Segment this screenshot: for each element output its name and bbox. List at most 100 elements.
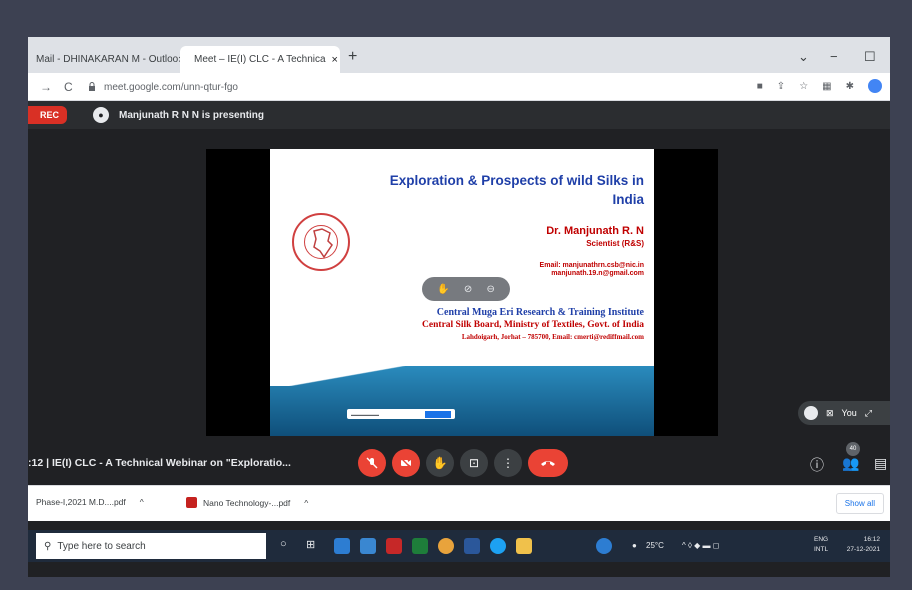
tab-search-icon[interactable]: ⌄ (798, 49, 809, 65)
slide-lower-band (270, 346, 654, 436)
excel-app-icon[interactable] (412, 538, 428, 554)
self-avatar (804, 406, 818, 420)
download-item[interactable]: Nano Technology-...pdf ^ (186, 497, 308, 508)
weather-icon: ● (632, 541, 637, 550)
chevron-up-icon[interactable]: ^ (140, 497, 144, 507)
self-view-tile[interactable]: ⊠ You ⤢ (798, 401, 890, 425)
windows-taskbar: ⚲ Type here to search ○ ⊞ ● 25°C ^ ◊ ◆ ▬… (28, 530, 890, 562)
people-icon[interactable]: 👥 (842, 455, 859, 472)
taskbar-search[interactable]: ⚲ Type here to search (36, 533, 266, 559)
self-label: You (841, 408, 857, 418)
camera-icon[interactable]: ■ (757, 81, 763, 92)
chrome-app-icon[interactable] (438, 538, 454, 554)
show-all-button[interactable]: Show all (835, 493, 884, 514)
clock-time: 16:12 (863, 536, 880, 543)
language-text: ENG (814, 536, 829, 543)
tab-label: Meet – IE(I) CLC - A Technica (194, 54, 326, 65)
presentation-stage: Exploration & Prospects of wild Silks in… (206, 149, 718, 436)
task-view-icon[interactable]: ⊞ (306, 538, 315, 551)
meeting-title: :12 | IE(I) CLC - A Technical Webinar on… (28, 457, 291, 469)
mic-off-button[interactable] (358, 449, 386, 477)
teams-app-icon[interactable] (596, 538, 612, 554)
close-tab-icon[interactable]: × (332, 54, 338, 66)
pin-icon[interactable]: ✋ (437, 284, 449, 295)
reload-icon[interactable]: C (64, 80, 73, 94)
language-indicator[interactable]: ENG INTL (814, 535, 828, 555)
presenter-name: Dr. Manjunath R. N (546, 225, 644, 237)
search-placeholder: Type here to search (57, 540, 146, 552)
presentation-slide: Exploration & Prospects of wild Silks in… (270, 149, 654, 366)
maximize-button[interactable]: ☐ (864, 49, 876, 65)
institute-seal-logo (292, 213, 350, 271)
chat-icon[interactable]: ▤ (874, 455, 887, 472)
raise-hand-button[interactable]: ✋ (426, 449, 454, 477)
profile-avatar[interactable] (868, 79, 882, 93)
edge-app-icon[interactable] (490, 538, 506, 554)
mail-app-icon[interactable] (334, 538, 350, 554)
download-item[interactable]: Phase-I,2021 M.D....pdf ^ (36, 497, 144, 507)
url-text: meet.google.com/unn-qtur-fgo (104, 81, 238, 93)
download-filename: Phase-I,2021 M.D....pdf (36, 497, 126, 507)
chevron-up-icon[interactable]: ^ (304, 498, 308, 508)
tray-icons[interactable]: ^ ◊ ◆ ▬ ◻ (682, 541, 719, 550)
presenting-bar: REC ● Manjunath R N N is presenting (28, 101, 890, 129)
word-app-icon[interactable] (464, 538, 480, 554)
sharing-notification-bar[interactable]: ▬▬▬▬▬▬▬ (347, 409, 455, 419)
browser-tab-bar: Mail - DHINAKARAN M - Outloo × Meet – IE… (28, 37, 890, 73)
forward-icon[interactable]: → (40, 80, 52, 94)
toolbar-icons: ■ ⇪ ☆ ▦ ✱ (757, 79, 882, 93)
remove-icon[interactable]: ⊖ (486, 284, 494, 295)
puzzle-icon[interactable]: ✱ (846, 81, 854, 92)
expand-icon[interactable]: ⤢ (865, 408, 872, 419)
slide-title: Exploration & Prospects of wild Silks in… (314, 171, 644, 209)
board-name: Central Silk Board, Ministry of Textiles… (422, 320, 644, 330)
clock-date: 27-12-2021 (846, 546, 880, 553)
slide-wave (270, 346, 654, 386)
url-field[interactable]: meet.google.com/unn-qtur-fgo (88, 77, 698, 97)
institute-address: Lahdoigarh, Jorhat – 785700, Email: cmer… (461, 333, 644, 341)
tab-meet[interactable]: Meet – IE(I) CLC - A Technica × (180, 46, 340, 73)
tab-label: Mail - DHINAKARAN M - Outloo (36, 54, 179, 65)
present-now-button[interactable]: ⊡ (460, 449, 488, 477)
keyboard-layout-text: INTL (814, 546, 829, 553)
sharing-notice-text: ▬▬▬▬▬▬▬ (351, 411, 379, 417)
leave-call-button[interactable] (528, 449, 568, 477)
recording-badge: REC (28, 106, 68, 124)
camera-off-icon: ⊠ (826, 407, 834, 418)
slide-title-line2: India (612, 192, 644, 207)
slide-title-line1: Exploration & Prospects of wild Silks in (389, 173, 644, 188)
presenter-avatar: ● (93, 107, 110, 123)
camera-off-button[interactable] (392, 449, 420, 477)
store-app-icon[interactable] (360, 538, 376, 554)
bookmark-star-icon[interactable]: ☆ (799, 81, 808, 92)
presenter-email-1: Email: manjunathrn.csb@nic.in (539, 262, 644, 269)
institute-name: Central Muga Eri Research & Training Ins… (436, 307, 644, 318)
presenter-text: Manjunath R N N is presenting (119, 109, 265, 121)
cortana-icon[interactable]: ○ (280, 538, 287, 550)
office-app-icon[interactable] (386, 538, 402, 554)
minimize-button[interactable]: − (830, 49, 838, 64)
download-filename: Nano Technology-...pdf (203, 497, 291, 508)
presenter-role: Scientist (R&S) (586, 239, 644, 248)
meeting-controls-bar: :12 | IE(I) CLC - A Technical Webinar on… (28, 441, 890, 485)
screen-frame: Mail - DHINAKARAN M - Outloo × Meet – IE… (28, 37, 890, 577)
presenter-hover-controls: ✋ ⊘ ⊖ (422, 277, 510, 301)
new-tab-button[interactable]: + (348, 48, 357, 66)
more-options-button[interactable]: ⋮ (494, 449, 522, 477)
tab-outlook[interactable]: Mail - DHINAKARAN M - Outloo × (28, 46, 185, 73)
lock-icon (88, 81, 96, 93)
extension-icon[interactable]: ▦ (822, 81, 831, 92)
participant-count-badge: 40 (846, 442, 860, 456)
temperature-text: 25°C (646, 541, 664, 550)
presenter-email-2: manjunath.19.n@gmail.com (551, 270, 644, 277)
search-icon: ⚲ (44, 540, 52, 552)
pdf-icon (186, 497, 197, 508)
taskbar-clock[interactable]: 16:12 27-12-2021 (847, 535, 880, 555)
meeting-details-icon[interactable]: ⓘ (810, 455, 824, 475)
share-icon[interactable]: ⇪ (777, 81, 785, 92)
address-bar: → C meet.google.com/unn-qtur-fgo ■ ⇪ ☆ ▦… (28, 73, 890, 101)
stop-sharing-button[interactable] (425, 410, 451, 418)
downloads-shelf: Phase-I,2021 M.D....pdf ^ Nano Technolog… (28, 485, 890, 521)
explorer-app-icon[interactable] (516, 538, 532, 554)
mute-presenter-icon[interactable]: ⊘ (464, 284, 472, 295)
